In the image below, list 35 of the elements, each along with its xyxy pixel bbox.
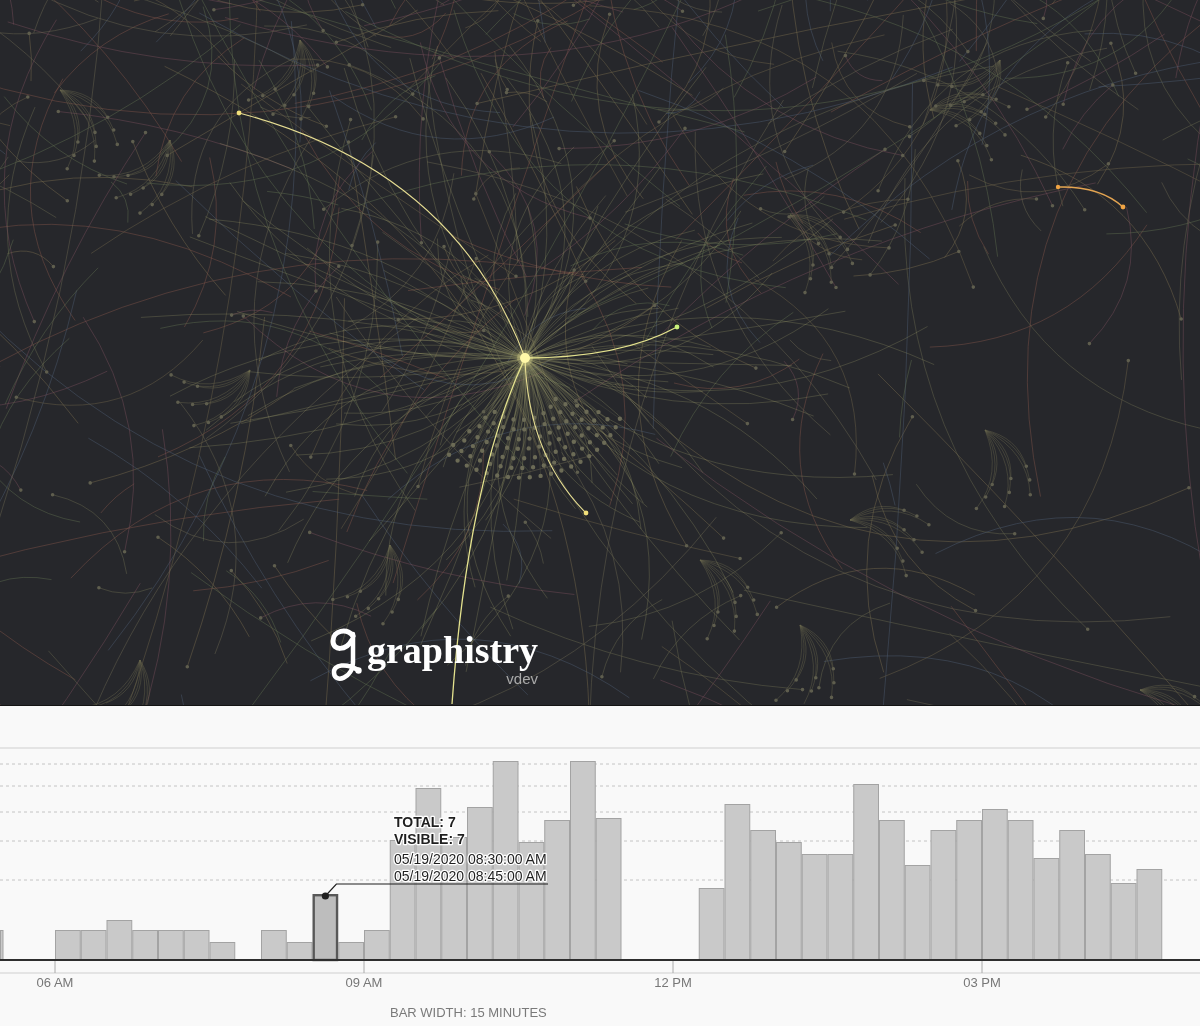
highlighted-edge	[1057, 186, 1124, 208]
histogram-bar[interactable]	[698, 888, 725, 961]
tooltip-count: TOTAL: 7	[394, 814, 456, 830]
leader-dot-icon	[321, 892, 329, 900]
histogram-bar[interactable]	[904, 865, 931, 961]
histogram-bar[interactable]	[286, 942, 313, 961]
histogram-bar[interactable]	[338, 942, 364, 961]
histogram-bar[interactable]	[55, 930, 81, 961]
tooltip-time-range: 05/19/2020 08:45:00 AM	[394, 868, 547, 884]
histogram-bar[interactable]	[1110, 883, 1137, 961]
histogram-bar[interactable]	[132, 930, 158, 961]
axis-tick-label: 03 PM	[963, 975, 1001, 990]
axis-tick-label: 06 AM	[36, 975, 74, 990]
tooltip-time-range: 05/19/2020 08:30:00 AM	[394, 851, 547, 867]
histogram-bar[interactable]	[106, 920, 133, 961]
histogram-bar[interactable]	[158, 930, 184, 961]
highlighted-node[interactable]	[583, 510, 589, 516]
histogram-bar[interactable]	[312, 894, 339, 962]
axis-tick-label: 12 PM	[654, 975, 692, 990]
highlighted-node[interactable]	[236, 110, 242, 116]
highlighted-node[interactable]	[1055, 184, 1061, 190]
histogram-bar[interactable]	[364, 930, 390, 961]
hub-node[interactable]	[517, 350, 533, 366]
version-label: vdev	[506, 670, 538, 687]
axis-tick-label: 09 AM	[345, 975, 383, 990]
histogram-bar[interactable]	[1136, 869, 1163, 961]
tooltip-count: VISIBLE: 7	[394, 831, 465, 847]
histogram-bar[interactable]	[183, 930, 210, 961]
histogram-bar[interactable]	[80, 930, 107, 961]
histogram-bar[interactable]	[0, 930, 4, 961]
highlighted-node[interactable]	[1120, 204, 1126, 210]
histogram-bar[interactable]	[209, 942, 236, 961]
histogram-bar[interactable]	[261, 930, 287, 961]
highlighted-node[interactable]	[674, 324, 680, 330]
bar-width-caption: BAR WIDTH: 15 MINUTES	[390, 1005, 547, 1020]
